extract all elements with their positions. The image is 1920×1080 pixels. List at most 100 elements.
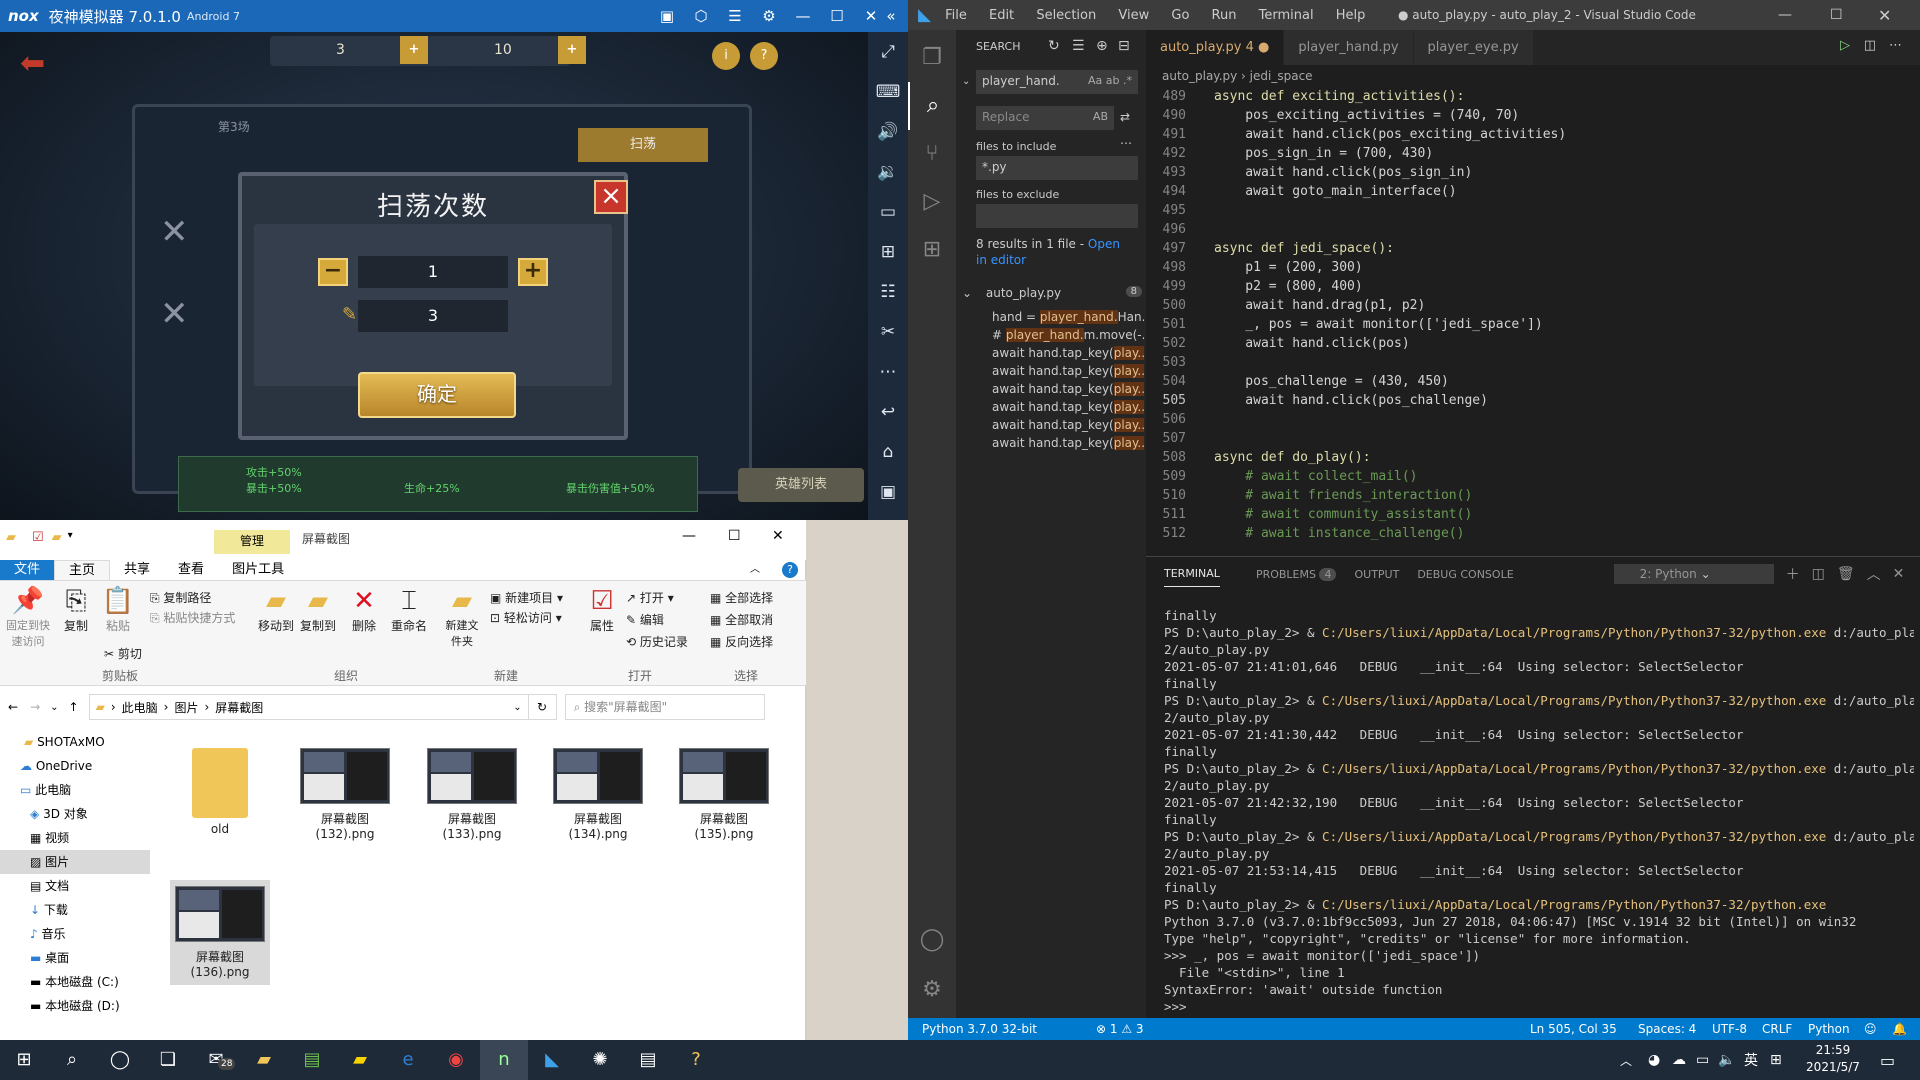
code-line[interactable]: 493 await hand.click(pos_sign_in) [1146, 163, 1846, 182]
clear-results-icon[interactable]: ☰ [1072, 38, 1085, 54]
preserve-case-icon[interactable]: AB [1093, 110, 1108, 123]
collapse-ribbon-icon[interactable]: ︿ [736, 560, 774, 580]
nav-item-drive-c[interactable]: ▬ 本地磁盘 (C:) [0, 970, 150, 994]
settings-icon[interactable]: ⬡ [684, 0, 718, 32]
close-panel-icon[interactable]: ✕ [1893, 566, 1905, 582]
code-line[interactable]: 498 p1 = (200, 300) [1146, 258, 1846, 277]
toggle-replace-icon[interactable]: ⌄ [962, 76, 970, 87]
copy-button[interactable]: ⎘ 复制 [56, 585, 96, 634]
collapse-icon[interactable]: « [874, 0, 908, 32]
code-line[interactable]: 510 # await friends_interaction() [1146, 486, 1846, 505]
include-input[interactable]: *.py [976, 156, 1138, 180]
code-line[interactable]: 491 await hand.click(pos_exciting_activi… [1146, 125, 1846, 144]
eol-status[interactable]: CRLF [1762, 1018, 1792, 1040]
close-icon[interactable]: ✕ [772, 528, 784, 544]
minimap[interactable] [1846, 87, 1920, 540]
add-resource-button-2[interactable]: + [558, 36, 586, 64]
volume-down-icon[interactable]: 🔉 [877, 152, 898, 192]
nav-item-shotaxmo[interactable]: ▰ SHOTAxMO [0, 730, 150, 754]
search-result-item[interactable]: await hand.tap_key(play... [992, 344, 1144, 362]
code-line[interactable]: 495 [1146, 201, 1846, 220]
file-item[interactable]: 屏幕截图 (135).png [674, 748, 774, 841]
code-line[interactable]: 502 await hand.click(pos) [1146, 334, 1846, 353]
terminal-output[interactable]: finally PS D:\auto_play_2> & C:/Users/liu… [1164, 607, 1914, 1017]
gear-icon[interactable]: ⚙ [752, 0, 786, 32]
file-item[interactable]: 屏幕截图 (133).png [422, 748, 522, 841]
bell-icon[interactable]: 🔔 [1892, 1018, 1907, 1040]
menu-file[interactable]: File [945, 8, 967, 23]
copy-to-button[interactable]: ▰ 复制到 [298, 585, 338, 634]
code-line[interactable]: 501 _, pos = await monitor(['jedi_space'… [1146, 315, 1846, 334]
close-icon[interactable]: × [594, 180, 628, 214]
chrome-icon[interactable]: ◉ [432, 1040, 480, 1080]
tab-auto-play[interactable]: auto_play.py 4 ● [1146, 30, 1285, 65]
in-editor-link[interactable]: in editor [976, 253, 1026, 267]
more-actions-icon[interactable]: ⋯ [1889, 38, 1902, 53]
nav-item-downloads[interactable]: ↓ 下载 [0, 898, 150, 922]
tab-output[interactable]: OUTPUT [1354, 568, 1399, 581]
menu-edit[interactable]: Edit [989, 8, 1014, 23]
select-all-button[interactable]: ▦ 全部选择 [710, 589, 773, 606]
code-line[interactable]: 503 [1146, 353, 1846, 372]
help-app-icon[interactable]: ? [672, 1040, 720, 1080]
tab-terminal[interactable]: TERMINAL [1164, 567, 1220, 587]
code-line[interactable]: 500 await hand.drag(p1, p2) [1146, 296, 1846, 315]
game-screen[interactable]: 3 + 10 + i ? ⬅ 第3场 扫荡 ✕ ✕ 137 339 攻击+50%… [0, 32, 868, 520]
split-terminal-icon[interactable]: ◫ [1812, 566, 1825, 582]
back-icon[interactable]: ↩ [881, 392, 895, 432]
volume-icon[interactable]: 🔈 [1718, 1052, 1735, 1068]
code-line[interactable]: 508 async def do_play(): [1146, 448, 1846, 467]
new-item-button[interactable]: ▣ 新建项目 ▾ [490, 589, 563, 606]
code-line[interactable]: 512 # await instance_challenge() [1146, 524, 1846, 540]
sticky-notes-icon[interactable]: ▰ [336, 1040, 384, 1080]
maximize-panel-icon[interactable]: ︿ [1867, 564, 1881, 584]
tray-chevron-icon[interactable]: ︿ [1620, 1052, 1632, 1069]
code-line[interactable]: 509 # await collect_mail() [1146, 467, 1846, 486]
folder-item[interactable]: old [170, 748, 270, 836]
code-line[interactable]: 492 pos_sign_in = (700, 430) [1146, 144, 1846, 163]
terminal-select[interactable]: 2: Python ⌄ [1613, 564, 1774, 584]
confirm-button[interactable]: 确定 [358, 372, 516, 418]
multi-instance-icon[interactable]: ☷ [880, 272, 895, 312]
menu-terminal[interactable]: Terminal [1259, 8, 1314, 23]
minimize-icon[interactable]: — [1778, 7, 1792, 23]
invert-selection-button[interactable]: ▦ 反向选择 [710, 633, 773, 650]
properties-qa-icon[interactable]: ☑ [32, 530, 44, 545]
maximize-icon[interactable]: ☐ [1830, 7, 1843, 23]
notification-icon[interactable]: ▭ [1880, 1051, 1895, 1070]
address-bar[interactable]: ▰ › 此电脑 › 图片 › 屏幕截图 ⌄ [88, 694, 529, 720]
code-line[interactable]: 504 pos_challenge = (430, 450) [1146, 372, 1846, 391]
properties-button[interactable]: ☑ 属性 [584, 585, 620, 634]
up-icon[interactable]: ↑ [69, 700, 79, 714]
add-resource-button[interactable]: + [400, 36, 428, 64]
menu-run[interactable]: Run [1212, 8, 1237, 23]
nav-item-music[interactable]: ♪ 音乐 [0, 922, 150, 946]
search-result-item[interactable]: await hand.tap_key(play... [992, 434, 1144, 452]
source-control-icon[interactable]: ⑂ [908, 130, 956, 178]
replace-all-icon[interactable]: ⇄ [1120, 110, 1130, 124]
menu-help[interactable]: Help [1336, 8, 1366, 23]
python-icon[interactable]: ✺ [576, 1040, 624, 1080]
search-icon[interactable]: ⌕ [908, 82, 956, 130]
back-icon[interactable]: ← [8, 700, 18, 714]
close-icon[interactable]: ✕ [1878, 6, 1891, 25]
input-mode-icon[interactable]: ⊞ [1770, 1052, 1782, 1068]
code-line[interactable]: 506 [1146, 410, 1846, 429]
tab-problems[interactable]: PROBLEMS 4 [1238, 567, 1337, 581]
mail-icon[interactable]: ✉ 28 [192, 1040, 240, 1080]
manage-gear-icon[interactable]: ⚙ [908, 966, 956, 1014]
screen-icon[interactable]: ▭ [880, 192, 896, 232]
search-icon[interactable]: ⌕ [48, 1040, 96, 1080]
help-icon[interactable]: ? [782, 562, 798, 578]
tab-share[interactable]: 共享 [110, 560, 164, 580]
info-icon[interactable]: i [712, 42, 740, 70]
more-options-icon[interactable]: ⋯ [1120, 136, 1132, 150]
tab-home[interactable]: 主页 [54, 560, 111, 580]
delete-button[interactable]: ✕ 删除 [346, 585, 382, 634]
new-search-editor-icon[interactable]: ⊕ [1096, 38, 1108, 54]
trash-icon[interactable]: 🗑 [1837, 566, 1855, 582]
run-debug-icon[interactable]: ▷ [908, 178, 956, 226]
tab-debug-console[interactable]: DEBUG CONSOLE [1417, 568, 1513, 581]
cut-button[interactable]: ✂ 剪切 [104, 645, 142, 662]
vscode-app-icon[interactable]: ◣ [528, 1040, 576, 1080]
